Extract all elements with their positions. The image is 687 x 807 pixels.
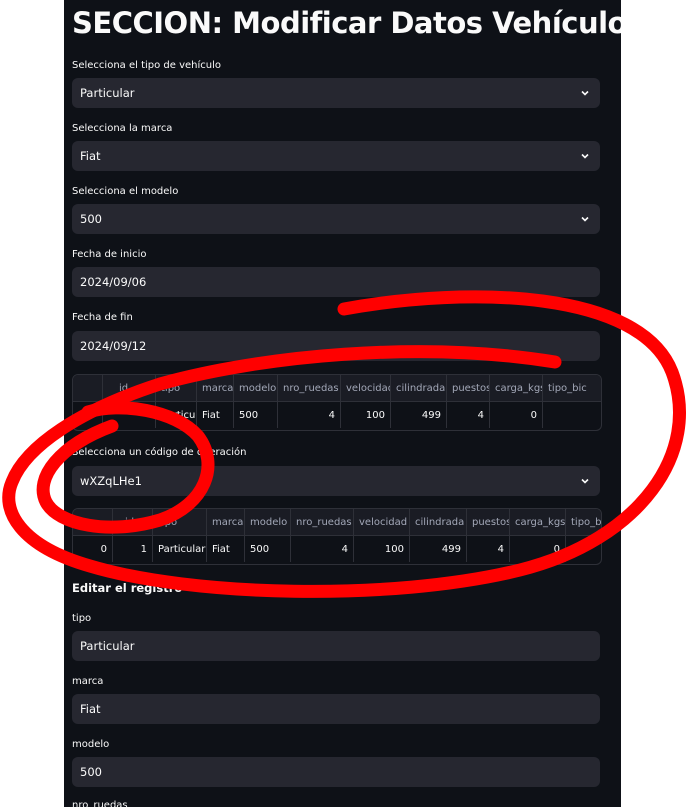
table-cell: Particular	[153, 536, 207, 562]
edit-modelo-value: 500	[80, 765, 102, 779]
table-header-cell: velocidad	[341, 375, 391, 401]
table-cell: 0	[73, 536, 113, 562]
tipo-select[interactable]: Particular	[72, 78, 600, 108]
tipo-select-value: Particular	[80, 86, 135, 100]
modelo-select[interactable]: 500	[72, 204, 600, 234]
table-header-cell: modelo	[234, 375, 278, 401]
table-cell: Fiat	[207, 536, 245, 562]
table-cell: Particul	[156, 402, 197, 428]
table-cell: 1	[113, 536, 153, 562]
table-header-cell	[73, 509, 113, 535]
table-row[interactable]: Particul Fiat 500 4 100 499 4 0	[73, 402, 601, 428]
table-cell	[73, 402, 103, 428]
table-header-cell: puestos	[447, 375, 490, 401]
edit-marca-value: Fiat	[80, 702, 101, 716]
table-header-cell: id	[113, 509, 153, 535]
table-header-cell: id	[103, 375, 156, 401]
table-row[interactable]: 0 1 Particular Fiat 500 4 100 499 4 0	[73, 536, 601, 562]
chevron-down-icon	[581, 90, 589, 96]
table-header-cell: velocidad	[354, 509, 410, 535]
marca-select-label: Selecciona la marca	[72, 123, 173, 134]
fecha-fin-input[interactable]: 2024/09/12	[72, 331, 600, 361]
table-cell: 100	[354, 536, 410, 562]
table-cell: 499	[391, 402, 447, 428]
table-cell: 4	[291, 536, 354, 562]
fecha-fin-label: Fecha de fin	[72, 312, 133, 323]
selected-record-table[interactable]: id tipo marca modelo nro_ruedas velocida…	[72, 508, 602, 565]
table-cell: 100	[341, 402, 391, 428]
edit-marca-label: marca	[72, 676, 104, 687]
table-cell: 0	[490, 402, 543, 428]
operation-select[interactable]: wXZqLHe1	[72, 466, 600, 496]
table-cell	[103, 402, 156, 428]
table-cell	[566, 536, 601, 562]
edit-section-title: Editar el registro	[72, 581, 183, 595]
table-header-row: id tipo marca modelo nro_ruedas velocida…	[73, 509, 601, 535]
edit-modelo-input[interactable]: 500	[72, 757, 600, 787]
edit-tipo-value: Particular	[80, 639, 135, 653]
marca-select[interactable]: Fiat	[72, 141, 600, 171]
edit-tipo-label: tipo	[72, 613, 92, 624]
vehicles-table[interactable]: id tipo marca modelo nro_ruedas velocida…	[72, 374, 602, 431]
table-cell: 0	[510, 536, 566, 562]
table-header-cell: cilindrada	[410, 509, 467, 535]
table-header-cell: tipo_b	[571, 516, 601, 528]
streamlit-app: SECCION: Modificar Datos Vehículo Selecc…	[64, 0, 621, 807]
table-header-cell: cilindrada	[391, 375, 447, 401]
table-header-row: id tipo marca modelo nro_ruedas velocida…	[73, 375, 601, 401]
fecha-inicio-value: 2024/09/06	[80, 275, 147, 289]
table-cell: 500	[245, 536, 291, 562]
modelo-select-value: 500	[80, 212, 102, 226]
table-header-cell: tipo	[156, 375, 197, 401]
table-header-cell: marca	[207, 509, 245, 535]
page-title: SECCION: Modificar Datos Vehículo	[72, 6, 621, 40]
fecha-fin-value: 2024/09/12	[80, 339, 147, 353]
table-cell	[543, 402, 601, 428]
edit-nro-ruedas-label: nro_ruedas	[72, 800, 128, 807]
modelo-select-label: Selecciona el modelo	[72, 186, 179, 197]
chevron-down-icon	[581, 216, 589, 222]
operation-select-label: Selecciona un código de operación	[72, 447, 247, 458]
table-cell: 499	[410, 536, 467, 562]
table-header-cell: modelo	[245, 509, 291, 535]
tipo-select-label: Selecciona el tipo de vehículo	[72, 60, 222, 71]
table-cell: Fiat	[197, 402, 234, 428]
edit-tipo-input[interactable]: Particular	[72, 631, 600, 661]
table-header-cell: tipo	[153, 509, 207, 535]
table-header-cell: nro_ruedas	[291, 509, 354, 535]
table-header-cell: carga_kgs	[510, 509, 566, 535]
chevron-down-icon	[581, 478, 589, 484]
table-header-cell: puestos	[467, 509, 510, 535]
fecha-inicio-input[interactable]: 2024/09/06	[72, 267, 600, 297]
table-cell: 4	[467, 536, 510, 562]
table-header-cell: nro_ruedas	[278, 375, 341, 401]
operation-select-value: wXZqLHe1	[80, 474, 142, 488]
table-header-cell: marca	[197, 375, 234, 401]
table-header-cell: carga_kgs	[490, 375, 543, 401]
fecha-inicio-label: Fecha de inicio	[72, 249, 147, 260]
table-cell: 4	[278, 402, 341, 428]
table-header-cell: tipo_bic	[548, 382, 587, 394]
table-cell: 4	[447, 402, 490, 428]
edit-modelo-label: modelo	[72, 739, 110, 750]
table-header-cell	[73, 375, 103, 401]
table-cell: 500	[234, 402, 278, 428]
edit-marca-input[interactable]: Fiat	[72, 694, 600, 724]
marca-select-value: Fiat	[80, 149, 101, 163]
chevron-down-icon	[581, 153, 589, 159]
